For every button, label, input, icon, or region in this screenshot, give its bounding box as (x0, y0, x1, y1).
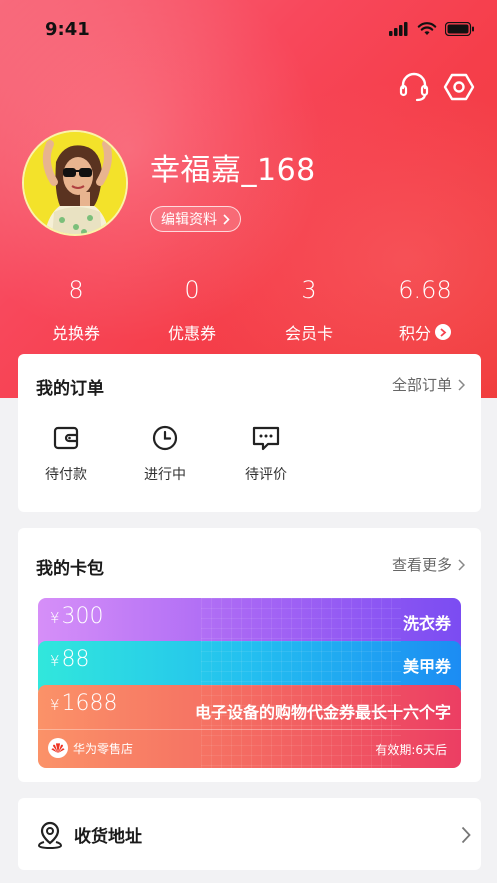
store-info: 华为零售店 (48, 738, 133, 758)
edit-profile-button[interactable]: 编辑资料 (150, 206, 241, 232)
chevron-right-icon (223, 213, 230, 225)
chevron-right-icon (461, 826, 471, 844)
stat-points[interactable]: 6.68 积分 (365, 274, 485, 344)
settings-icon[interactable] (442, 70, 476, 104)
order-label: 待付款 (45, 467, 87, 483)
currency-symbol: ¥ (50, 696, 60, 714)
coupon-value: 1688 (61, 691, 118, 716)
order-pending-payment[interactable]: 待付款 (26, 424, 106, 484)
divider (38, 729, 461, 730)
order-label: 待评价 (245, 467, 287, 483)
orders-card: 我的订单 全部订单 待付款 进行中 待评价 (18, 354, 481, 512)
stat-label: 会员卡 (284, 324, 333, 343)
location-pin-icon (37, 821, 63, 850)
wallet-icon (53, 426, 79, 450)
stat-value: 0 (184, 276, 200, 304)
orders-title: 我的订单 (36, 379, 104, 399)
stats-row: 8 兑换券 0 优惠券 3 会员卡 6.68 积分 (0, 274, 497, 354)
coupon-amount: ¥300 (50, 604, 104, 629)
avatar-image (24, 132, 126, 234)
stat-value: 8 (68, 276, 84, 304)
battery-icon (445, 22, 474, 36)
chevron-right-circle-icon (435, 324, 451, 340)
wallet-title: 我的卡包 (36, 559, 104, 579)
clock-icon (152, 425, 178, 451)
coupon-pattern (201, 685, 401, 768)
stat-member-card[interactable]: 3 会员卡 (249, 274, 369, 344)
coupon-amount: ¥88 (50, 647, 90, 672)
shipping-address-label: 收货地址 (74, 827, 142, 847)
all-orders-link[interactable]: 全部订单 (392, 374, 465, 395)
stat-label: 优惠券 (167, 324, 216, 343)
coupon-amount: ¥1688 (50, 691, 118, 716)
shipping-address-row[interactable]: 收货地址 (18, 798, 481, 870)
coupon-name: 洗衣券 (402, 614, 451, 633)
coupon-electronics[interactable]: ¥1688 电子设备的购物代金券最长十六个字 华为零售店 有效期:6天后 (38, 685, 461, 768)
stat-label: 积分 (398, 324, 431, 343)
username: 幸福嘉_168 (150, 153, 316, 188)
stat-value: 3 (301, 276, 317, 304)
stat-exchange-coupon[interactable]: 8 兑换券 (16, 274, 136, 344)
coupon-value: 88 (61, 647, 90, 672)
customer-service-icon[interactable] (397, 70, 431, 104)
status-icons (389, 22, 475, 36)
order-to-review[interactable]: 待评价 (226, 424, 306, 484)
order-label: 进行中 (144, 467, 186, 483)
all-orders-label: 全部订单 (391, 376, 452, 394)
coupon-name: 美甲券 (402, 657, 451, 676)
currency-symbol: ¥ (50, 652, 60, 670)
order-in-progress[interactable]: 进行中 (125, 424, 205, 484)
signal-icon (389, 22, 408, 36)
currency-symbol: ¥ (50, 609, 60, 627)
huawei-logo-icon (48, 738, 68, 758)
chevron-right-icon (458, 558, 465, 571)
avatar[interactable] (22, 130, 128, 236)
edit-profile-label: 编辑资料 (161, 212, 217, 228)
stat-value: 6.68 (398, 276, 452, 304)
comment-icon (252, 426, 280, 451)
stat-label: 兑换券 (51, 324, 100, 343)
view-more-label: 查看更多 (391, 556, 452, 574)
coupon-value: 300 (61, 604, 104, 629)
chevron-right-icon (458, 378, 465, 391)
coupon-name: 电子设备的购物代金券最长十六个字 (194, 703, 451, 722)
store-name: 华为零售店 (73, 741, 134, 756)
wallet-card: 我的卡包 查看更多 ¥300 洗衣券 ¥88 美甲券 ¥1688 电子设备的购物… (18, 528, 481, 782)
view-more-link[interactable]: 查看更多 (392, 554, 465, 575)
status-time: 9:41 (45, 19, 90, 40)
stat-discount-coupon[interactable]: 0 优惠券 (132, 274, 252, 344)
validity-text: 有效期:6天后 (375, 743, 447, 757)
wifi-icon (417, 22, 437, 35)
status-bar: 9:41 (0, 0, 497, 60)
